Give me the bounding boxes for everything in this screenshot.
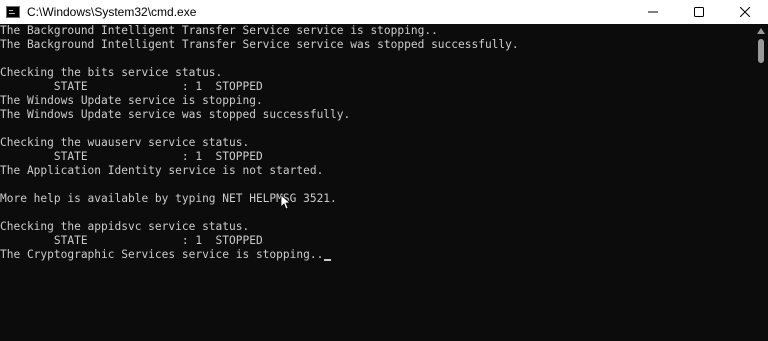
console-line: The Background Intelligent Transfer Serv… bbox=[0, 38, 519, 51]
close-icon bbox=[740, 7, 750, 17]
scroll-up-arrow-icon[interactable] bbox=[757, 28, 765, 34]
console-line: STATE : 1 STOPPED bbox=[0, 150, 263, 163]
console-line: Checking the bits service status. bbox=[0, 66, 223, 79]
minimize-icon bbox=[648, 11, 658, 13]
console-line: The Windows Update service is stopping. bbox=[0, 94, 263, 107]
console-line: The Application Identity service is not … bbox=[0, 164, 324, 177]
vertical-scrollbar[interactable] bbox=[754, 24, 768, 341]
close-button[interactable] bbox=[722, 0, 768, 24]
cmd-icon[interactable] bbox=[6, 6, 20, 18]
text-cursor bbox=[324, 259, 332, 261]
console-line: STATE : 1 STOPPED bbox=[0, 234, 263, 247]
maximize-icon bbox=[694, 7, 704, 17]
minimize-button[interactable] bbox=[630, 0, 676, 24]
console-line: Checking the wuauserv service status. bbox=[0, 136, 250, 149]
title-bar[interactable]: C:\Windows\System32\cmd.exe bbox=[0, 0, 768, 24]
console-output[interactable]: The Background Intelligent Transfer Serv… bbox=[0, 24, 754, 341]
console-line: More help is available by typing NET HEL… bbox=[0, 192, 337, 205]
console-line: The Windows Update service was stopped s… bbox=[0, 108, 351, 121]
console-line: The Background Intelligent Transfer Serv… bbox=[0, 24, 438, 37]
mouse-pointer-icon bbox=[281, 195, 291, 210]
window-controls bbox=[630, 0, 768, 24]
scrollbar-thumb[interactable] bbox=[758, 39, 764, 63]
console-line: Checking the appidsvc service status. bbox=[0, 220, 250, 233]
console-line: The Cryptographic Services service is st… bbox=[0, 248, 754, 262]
console-line: STATE : 1 STOPPED bbox=[0, 80, 263, 93]
maximize-button[interactable] bbox=[676, 0, 722, 24]
window-title: C:\Windows\System32\cmd.exe bbox=[27, 5, 197, 19]
cmd-window: C:\Windows\System32\cmd.exe The Backgrou… bbox=[0, 0, 768, 341]
